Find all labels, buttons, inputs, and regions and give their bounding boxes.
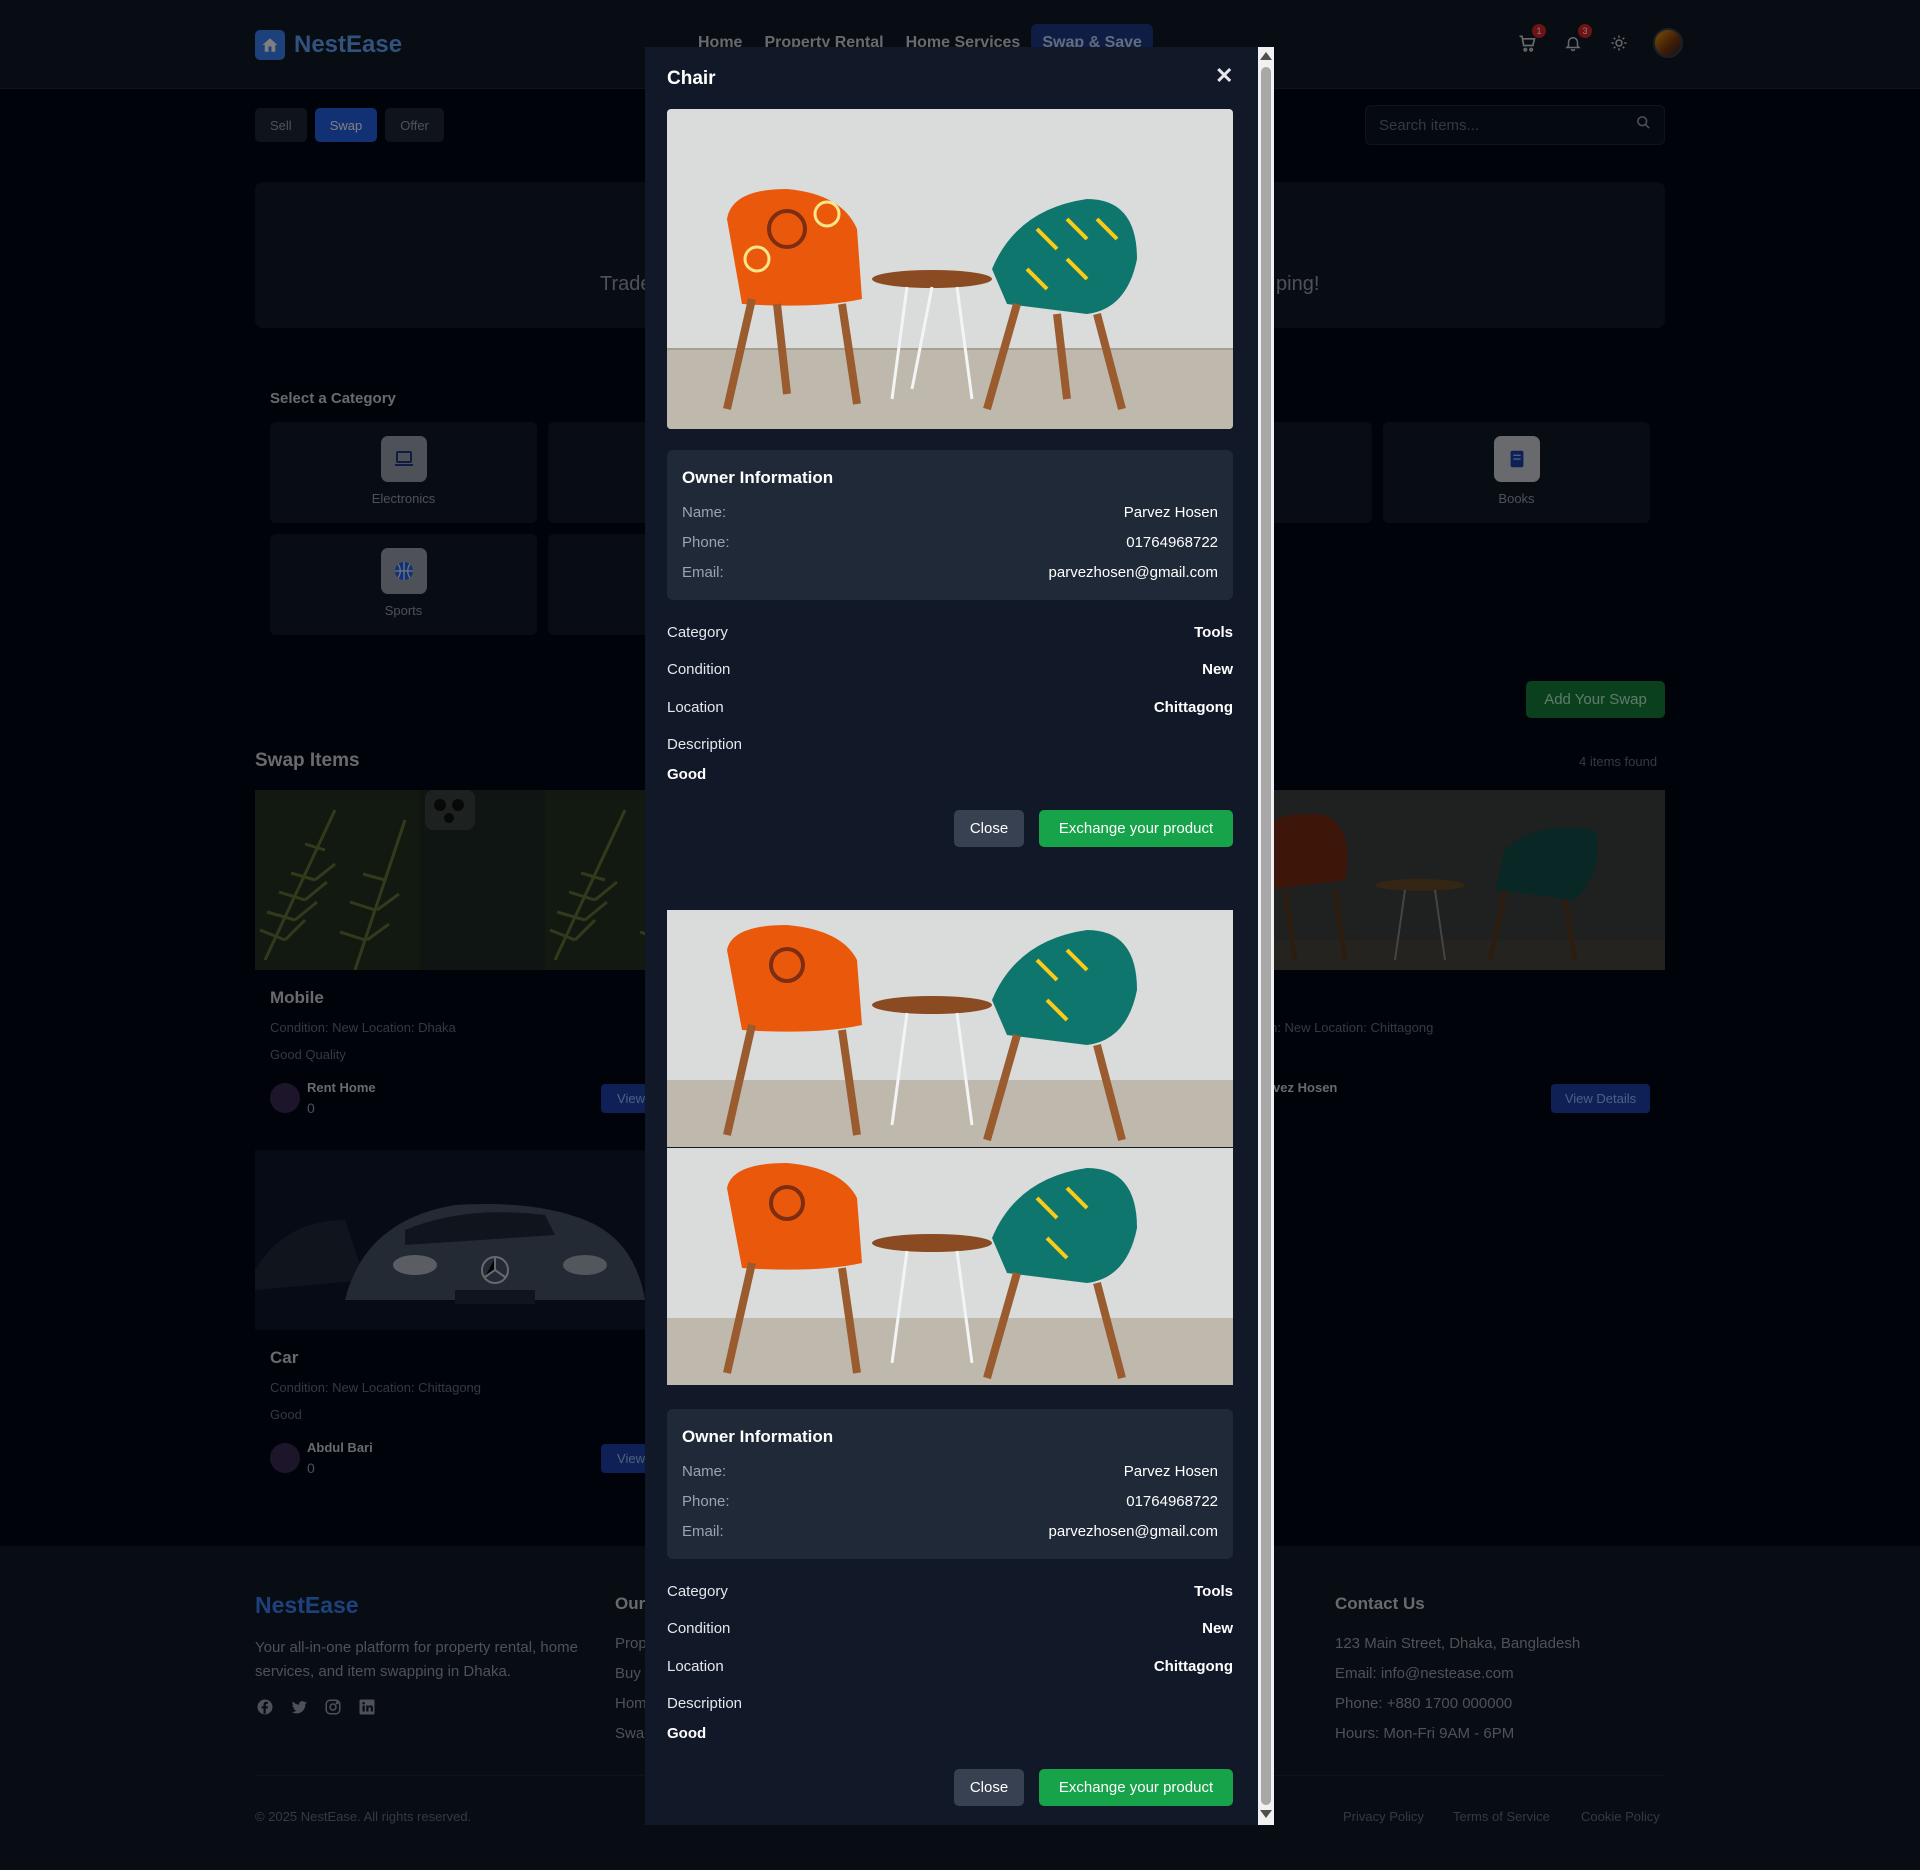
owner-name-value: Parvez Hosen <box>1123 504 1218 521</box>
item-detail-modal: Chair ✕ Owner Information Name: Parvez Ho… <box>645 47 1274 1825</box>
owner-phone-value: 01764968722 <box>1126 1493 1218 1510</box>
owner-info-box: Owner Information Name: Parvez Hosen Phon… <box>667 450 1233 600</box>
description-value: Good <box>667 766 707 783</box>
scroll-down-icon[interactable] <box>1260 1810 1272 1818</box>
owner-phone-label: Phone: <box>682 534 730 551</box>
condition-value: New <box>1202 661 1233 678</box>
exchange-button[interactable]: Exchange your product <box>1039 1769 1233 1806</box>
condition-label: Condition <box>667 661 731 678</box>
condition-value: New <box>1202 1620 1233 1637</box>
scrollbar-thumb[interactable] <box>1261 67 1271 1805</box>
scroll-up-icon[interactable] <box>1260 52 1272 60</box>
owner-name-value: Parvez Hosen <box>1123 1463 1218 1480</box>
location-label: Location <box>667 699 724 716</box>
owner-email-label: Email: <box>682 564 724 581</box>
exchange-button[interactable]: Exchange your product <box>1039 810 1233 847</box>
item-photo <box>667 109 1233 429</box>
description-label: Description <box>667 736 743 753</box>
close-button[interactable]: Close <box>954 810 1024 847</box>
owner-email-value: parvezhosen@gmail.com <box>1048 564 1218 581</box>
owner-name-label: Name: <box>682 504 727 521</box>
owner-info-box: Owner Information Name: Parvez Hosen Phon… <box>667 1409 1233 1559</box>
category-value: Tools <box>1194 1583 1233 1600</box>
modal-scrollbar[interactable] <box>1258 47 1274 1825</box>
owner-info-title: Owner Information <box>682 468 834 487</box>
owner-name-label: Name: <box>682 1463 727 1480</box>
owner-phone-value: 01764968722 <box>1126 534 1218 551</box>
location-value: Chittagong <box>1153 699 1233 716</box>
owner-info-title: Owner Information <box>682 1427 834 1446</box>
owner-email-value: parvezhosen@gmail.com <box>1048 1523 1218 1540</box>
description-label: Description <box>667 1695 743 1712</box>
description-value: Good <box>667 1725 707 1742</box>
location-label: Location <box>667 1658 724 1675</box>
owner-phone-label: Phone: <box>682 1493 730 1510</box>
modal-title: Chair <box>667 68 716 89</box>
category-label: Category <box>667 624 728 641</box>
close-button[interactable]: Close <box>954 1769 1024 1806</box>
owner-email-label: Email: <box>682 1523 724 1540</box>
category-label: Category <box>667 1583 728 1600</box>
item-photo <box>667 910 1233 1385</box>
condition-label: Condition <box>667 1620 731 1637</box>
category-value: Tools <box>1194 624 1233 641</box>
location-value: Chittagong <box>1153 1658 1233 1675</box>
close-icon[interactable]: ✕ <box>1215 63 1233 89</box>
